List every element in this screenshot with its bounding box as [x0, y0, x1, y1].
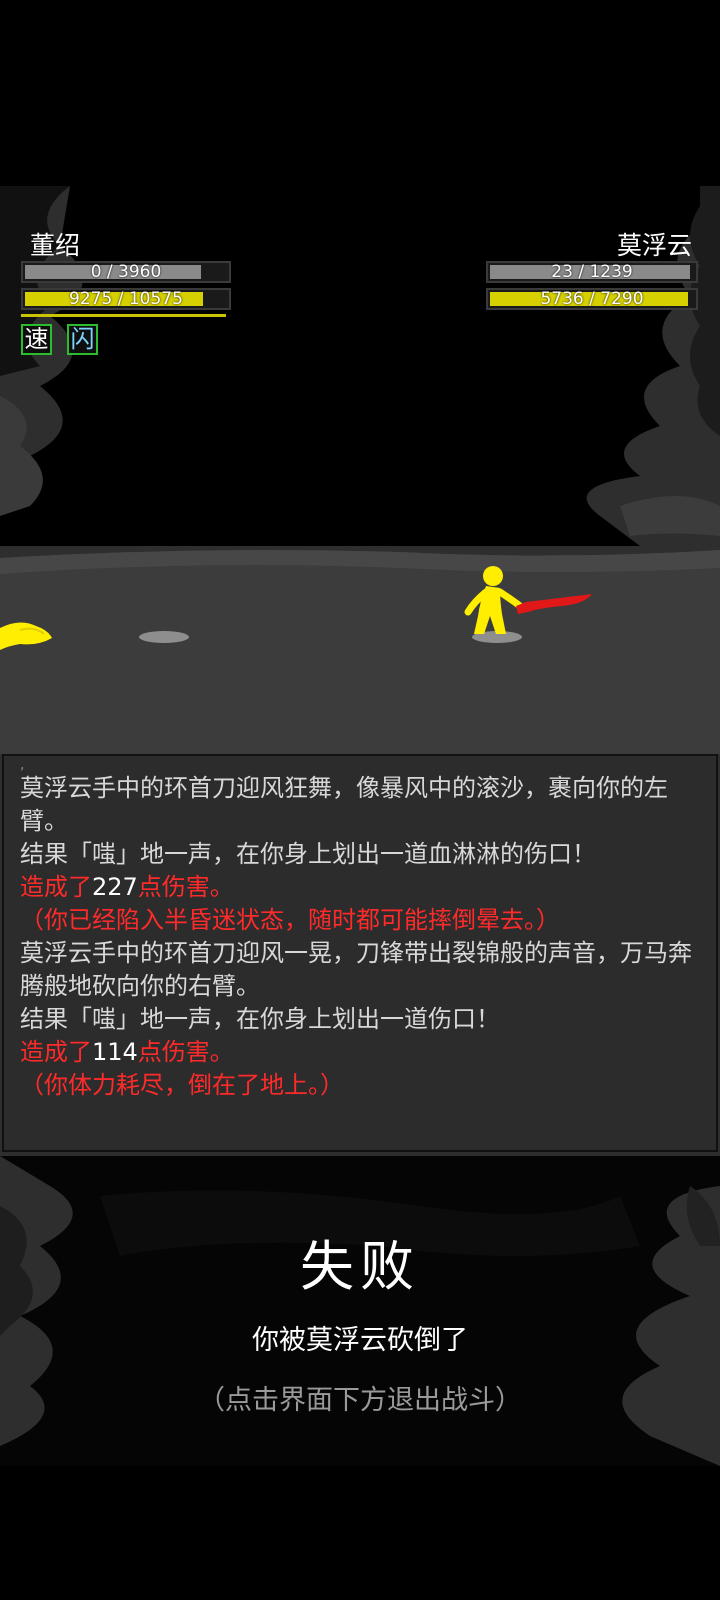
log-segment: 造成了 — [20, 873, 92, 901]
log-segment: （你已经陷入半昏迷状态，随时都可能摔倒晕去。） — [20, 906, 560, 934]
log-line: （你已经陷入半昏迷状态，随时都可能摔倒晕去。） — [20, 904, 700, 937]
log-segment: （你体力耗尽，倒在了地上。） — [20, 1071, 344, 1099]
log-line: 莫浮云手中的环首刀迎风一晃，刀锋带出裂锦般的声音，万马奔腾般地砍向你的右臂。 — [20, 937, 700, 1003]
log-lines: 莫浮云手中的环首刀迎风狂舞，像暴风中的滚沙，裹向你的左臂。结果「嗤」地一声，在你… — [20, 772, 700, 1102]
log-line: 造成了114点伤害。 — [20, 1036, 700, 1069]
log-segment: 造成了 — [20, 1038, 92, 1066]
player-mp-text: 9275 / 10575 — [69, 289, 183, 309]
log-tick: , — [20, 757, 25, 773]
player-hp-text: 0 / 3960 — [90, 262, 162, 282]
log-segment: 结果「嗤」地一声，在你身上划出一道血淋淋的伤口！ — [20, 840, 596, 868]
enemy-name: 莫浮云 — [616, 231, 692, 260]
log-line: 莫浮云手中的环首刀迎风狂舞，像暴风中的滚沙，裹向你的左臂。 — [20, 772, 700, 838]
player-name: 董绍 — [30, 231, 81, 260]
combat-log: , 莫浮云手中的环首刀迎风狂舞，像暴风中的滚沙，裹向你的左臂。结果「嗤」地一声，… — [2, 754, 718, 1152]
enemy-hp-bar: 23 / 1239 — [486, 261, 698, 283]
enemy-mp-bar: 5736 / 7290 — [486, 288, 698, 310]
player-mp-bar: 9275 / 10575 — [21, 288, 231, 310]
log-segment: 点伤害。 — [137, 1038, 234, 1066]
enemy-mp-text: 5736 / 7290 — [540, 289, 644, 309]
log-segment: 莫浮云手中的环首刀迎风一晃，刀锋带出裂锦般的声音，万马奔腾般地砍向你的右臂。 — [20, 939, 692, 1000]
log-line: 结果「嗤」地一声，在你身上划出一道血淋淋的伤口！ — [20, 838, 700, 871]
buff-dodge-icon[interactable]: 闪 — [67, 324, 98, 355]
log-segment: 结果「嗤」地一声，在你身上划出一道伤口！ — [20, 1005, 500, 1033]
buff-speed-icon[interactable]: 速 — [21, 324, 52, 355]
enemy-hp-text: 23 / 1239 — [551, 262, 633, 282]
exit-battle-area[interactable] — [0, 1152, 720, 1600]
player-shadow — [139, 631, 189, 643]
log-segment: 114 — [92, 1038, 138, 1066]
player-status-line — [21, 314, 226, 317]
log-segment: 点伤害。 — [137, 873, 234, 901]
player-hp-bar: 0 / 3960 — [21, 261, 231, 283]
log-line: 造成了227点伤害。 — [20, 871, 700, 904]
log-line: 结果「嗤」地一声，在你身上划出一道伤口！ — [20, 1003, 700, 1036]
battle-ground — [0, 550, 720, 754]
log-segment: 227 — [92, 873, 138, 901]
log-segment: 莫浮云手中的环首刀迎风狂舞，像暴风中的滚沙，裹向你的左臂。 — [20, 774, 668, 835]
log-line: （你体力耗尽，倒在了地上。） — [20, 1069, 700, 1102]
